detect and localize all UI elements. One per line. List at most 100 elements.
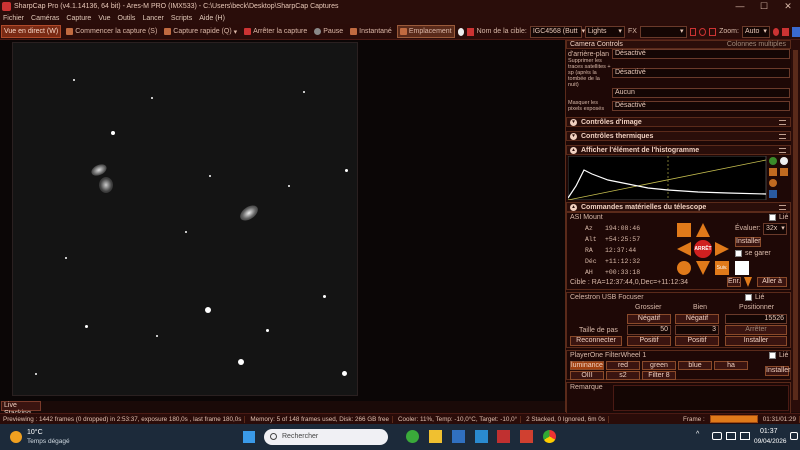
- menu-launch[interactable]: Lancer: [142, 13, 163, 24]
- multi-columns-toggle[interactable]: Colonnes multiples: [727, 41, 786, 48]
- filter-s2[interactable]: s2: [606, 371, 640, 380]
- chrome-icon[interactable]: [543, 430, 556, 443]
- rate-select[interactable]: 32x ▾: [763, 223, 787, 235]
- filter-8[interactable]: Filter 8: [642, 371, 676, 380]
- pen-icon[interactable]: [791, 26, 800, 37]
- live-stacking-tab[interactable]: Live Stacking: [1, 401, 41, 417]
- weather-desc[interactable]: Temps dégagé: [27, 438, 70, 445]
- record-icon[interactable]: [457, 27, 465, 36]
- volume-icon[interactable]: [726, 432, 736, 440]
- frame-type-select[interactable]: Lights ▾: [584, 25, 625, 38]
- focuser-install-button[interactable]: Installer: [725, 336, 787, 346]
- notification-icon[interactable]: [790, 432, 798, 440]
- coarse-negative-button[interactable]: Négatif: [627, 314, 671, 324]
- crosshair-icon[interactable]: [689, 27, 697, 36]
- menu-icon[interactable]: [779, 147, 786, 153]
- arrow-up-icon[interactable]: [696, 223, 710, 237]
- minimize-button[interactable]: —: [728, 0, 752, 13]
- stop-capture-button[interactable]: Arrêter la capture: [242, 25, 309, 38]
- menu-help[interactable]: Aide (H): [199, 13, 225, 24]
- target-icon[interactable]: [677, 261, 691, 275]
- reset-icon[interactable]: [780, 168, 788, 176]
- zoom-select[interactable]: Auto ▾: [741, 25, 770, 38]
- start-capture-button[interactable]: Commencer la capture (S): [64, 25, 159, 38]
- folder-icon[interactable]: [429, 430, 442, 443]
- circle-icon[interactable]: [699, 27, 707, 36]
- coarse-step-field[interactable]: 50: [627, 325, 671, 335]
- target-select[interactable]: IGC4568 (Butt ▾: [529, 25, 585, 38]
- setting-select[interactable]: Désactivé: [612, 101, 790, 111]
- fine-positive-button[interactable]: Positif: [675, 336, 719, 346]
- app-icon[interactable]: [452, 430, 465, 443]
- park-checkbox[interactable]: [735, 250, 742, 257]
- app-icon[interactable]: [497, 430, 510, 443]
- histogram-header[interactable]: ▴ Afficher l'élément de l'histogramme: [566, 145, 791, 155]
- filter-luminance[interactable]: luminance: [570, 361, 604, 370]
- scrollbar-thumb[interactable]: [793, 50, 798, 400]
- telescope-header[interactable]: ▴ Commandes matérielles du télescope: [566, 202, 791, 212]
- maximize-button[interactable]: ☐: [752, 0, 776, 13]
- goto-button[interactable]: Aller à: [757, 277, 787, 287]
- quick-capture-button[interactable]: Capture rapide (Q) ▾: [162, 25, 239, 38]
- spark-icon[interactable]: [769, 168, 777, 176]
- park-icon[interactable]: [735, 261, 749, 275]
- setting-select[interactable]: Désactivé: [612, 49, 790, 59]
- placement-button[interactable]: Emplacement: [396, 25, 455, 38]
- chevron-up-icon[interactable]: ^: [696, 431, 699, 438]
- follow-button[interactable]: Suiv.: [715, 261, 729, 275]
- menu-capture[interactable]: Capture: [66, 13, 91, 24]
- focuser-stop-button[interactable]: Arrêter: [725, 325, 787, 335]
- image-controls-header[interactable]: ▾ Contrôles d'image: [566, 117, 791, 127]
- filter-red[interactable]: red: [606, 361, 640, 370]
- clock-time[interactable]: 01:37: [760, 428, 778, 435]
- auto-stretch-icon[interactable]: [769, 157, 777, 165]
- battery-icon[interactable]: [740, 432, 750, 440]
- color-icon[interactable]: [772, 27, 780, 36]
- live-view-button[interactable]: Vue en direct (W): [1, 25, 62, 38]
- panel-scrollbar[interactable]: [791, 40, 800, 412]
- menu-cameras[interactable]: Caméras: [31, 13, 59, 24]
- menu-icon[interactable]: [779, 119, 786, 125]
- mount-install-button[interactable]: Installer: [735, 237, 761, 247]
- focuser-linked-checkbox[interactable]: [745, 294, 752, 301]
- close-button[interactable]: ✕: [776, 0, 800, 13]
- stop-button[interactable]: ARRÊT: [694, 240, 712, 258]
- arrow-left-icon[interactable]: [677, 242, 691, 256]
- filterwheel-linked-checkbox[interactable]: [769, 352, 776, 359]
- snapshot-button[interactable]: Instantané: [348, 25, 394, 38]
- wifi-icon[interactable]: [712, 432, 722, 440]
- search-input[interactable]: Rechercher: [264, 429, 388, 445]
- filterwheel-install-button[interactable]: Installer: [765, 366, 791, 376]
- remarks-textarea[interactable]: [613, 385, 789, 411]
- sharpcap-icon[interactable]: [520, 430, 533, 443]
- windows-start-icon[interactable]: [243, 431, 255, 443]
- filter-green[interactable]: green: [642, 361, 676, 370]
- clock-date[interactable]: 09/04/2026: [754, 438, 787, 445]
- save-icon[interactable]: [769, 190, 777, 198]
- refresh-icon[interactable]: [769, 179, 777, 187]
- fine-negative-button[interactable]: Négatif: [675, 314, 719, 324]
- setting-select[interactable]: Aucun: [612, 88, 790, 98]
- app-icon[interactable]: [406, 430, 419, 443]
- menu-tools[interactable]: Outils: [118, 13, 136, 24]
- weather-icon[interactable]: [10, 431, 22, 443]
- mount-linked-checkbox[interactable]: [769, 214, 776, 221]
- sync-icon[interactable]: [677, 223, 691, 237]
- menu-icon[interactable]: [779, 133, 786, 139]
- pause-button[interactable]: Pause: [312, 25, 345, 38]
- grid-icon[interactable]: [709, 27, 717, 36]
- contrast-icon[interactable]: [780, 157, 788, 165]
- reconnect-button[interactable]: Reconnecter: [570, 336, 622, 346]
- filter-oiii[interactable]: OIII: [570, 371, 604, 380]
- settings-icon[interactable]: [782, 27, 789, 36]
- arrow-right-icon[interactable]: [715, 242, 729, 256]
- menu-icon[interactable]: [779, 204, 786, 210]
- filter-blue[interactable]: blue: [678, 361, 712, 370]
- weather-temp[interactable]: 10°C: [27, 429, 43, 436]
- menu-scripts[interactable]: Scripts: [171, 13, 192, 24]
- arrow-down-icon[interactable]: [696, 261, 710, 275]
- fx-select[interactable]: ▾: [639, 25, 687, 38]
- thermal-controls-header[interactable]: ▾ Contrôles thermiques: [566, 131, 791, 141]
- app-icon[interactable]: [475, 430, 488, 443]
- arrow-down-icon[interactable]: [744, 277, 752, 287]
